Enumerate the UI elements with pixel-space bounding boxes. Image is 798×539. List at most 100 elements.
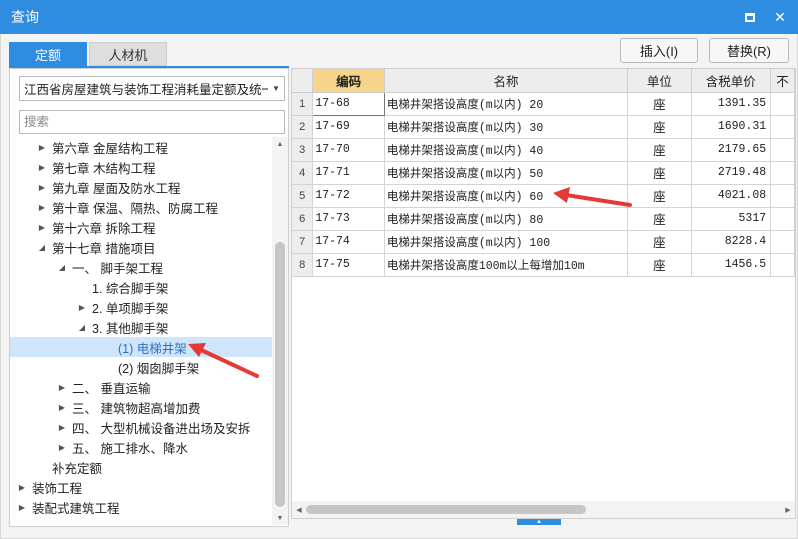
tree-item[interactable]: ▶ 二、 垂直运输 [10, 377, 272, 397]
row-number[interactable]: 8 [292, 253, 314, 277]
search-input[interactable] [19, 110, 285, 134]
cell-name[interactable]: 电梯井架搭设高度(m以内) 30 [384, 115, 629, 139]
table-row[interactable]: 7 17-74 电梯井架搭设高度(m以内) 100 座 8228.4 [292, 230, 795, 254]
row-number[interactable]: 7 [292, 230, 314, 254]
cell-extra[interactable] [770, 230, 795, 254]
cell-extra[interactable] [770, 253, 795, 277]
tab-quota[interactable]: 定额 [9, 42, 87, 66]
collapsed-arrow-icon[interactable]: ▶ [16, 497, 28, 517]
column-header-name[interactable]: 名称 [384, 69, 629, 93]
tree-item[interactable]: ▶ 第六章 金屋结构工程 [10, 137, 272, 157]
table-row[interactable]: 2 17-69 电梯井架搭设高度(m以内) 30 座 1690.31 [292, 115, 795, 139]
tree-item[interactable]: ◢ 第十七章 措施项目 [10, 237, 272, 257]
cell-price[interactable]: 1690.31 [691, 115, 772, 139]
tree-item[interactable]: ▶ 四、 大型机械设备进出场及安拆 [10, 417, 272, 437]
collapsed-arrow-icon[interactable]: ▶ [36, 177, 48, 197]
close-icon[interactable]: ✕ [768, 5, 792, 29]
cell-price[interactable]: 5317 [691, 207, 772, 231]
cell-code[interactable]: 17-70 [312, 138, 385, 162]
cell-price[interactable]: 2179.65 [691, 138, 772, 162]
cell-extra[interactable] [770, 161, 795, 185]
tab-labor-material-machine[interactable]: 人材机 [89, 42, 167, 66]
cell-extra[interactable] [770, 92, 795, 116]
replace-button[interactable]: 替换(R) [709, 38, 789, 63]
tree-item[interactable]: (2) 烟囱脚手架 [10, 357, 272, 377]
cell-unit[interactable]: 座 [627, 230, 692, 254]
collapsed-arrow-icon[interactable]: ▶ [36, 137, 48, 157]
cell-extra[interactable] [770, 138, 795, 162]
cell-price[interactable]: 1391.35 [691, 92, 772, 116]
tree-item[interactable]: ▶ 第九章 屋面及防水工程 [10, 177, 272, 197]
tree-item[interactable]: 1. 综合脚手架 [10, 277, 272, 297]
column-header-code[interactable]: 编码 [312, 69, 385, 93]
tree-item[interactable]: ▶ 2. 单项脚手架 [10, 297, 272, 317]
cell-name[interactable]: 电梯井架搭设高度(m以内) 50 [384, 161, 629, 185]
cell-extra[interactable] [770, 184, 795, 208]
collapsed-arrow-icon[interactable]: ▶ [56, 397, 68, 417]
cell-price[interactable]: 8228.4 [691, 230, 772, 254]
collapsed-arrow-icon[interactable]: ▶ [36, 197, 48, 217]
tree-item[interactable]: ▶ 第十六章 拆除工程 [10, 217, 272, 237]
cell-code[interactable]: 17-75 [312, 253, 385, 277]
row-number[interactable]: 2 [292, 115, 314, 139]
scroll-right-icon[interactable]: ▶ [781, 501, 795, 518]
cell-extra[interactable] [770, 115, 795, 139]
collapsed-arrow-icon[interactable]: ▶ [16, 477, 28, 497]
collapsed-arrow-icon[interactable]: ▶ [56, 437, 68, 457]
scroll-up-icon[interactable]: ▲ [272, 137, 288, 151]
collapsed-arrow-icon[interactable]: ▶ [36, 157, 48, 177]
tree-item[interactable]: ◢ 一、 脚手架工程 [10, 257, 272, 277]
cell-code[interactable]: 17-73 [312, 207, 385, 231]
collapsed-arrow-icon[interactable]: ▶ [36, 217, 48, 237]
cell-unit[interactable]: 座 [627, 161, 692, 185]
table-row[interactable]: 6 17-73 电梯井架搭设高度(m以内) 80 座 5317 [292, 207, 795, 231]
expanded-arrow-icon[interactable]: ◢ [36, 237, 48, 257]
scrollbar-thumb[interactable] [275, 242, 285, 507]
scrollbar-thumb[interactable] [306, 505, 586, 514]
tree-item[interactable]: ▶ 第十章 保温、隔热、防腐工程 [10, 197, 272, 217]
cell-unit[interactable]: 座 [627, 253, 692, 277]
column-header-price[interactable]: 含税单价 [691, 69, 772, 93]
tree-item[interactable]: ▶ 第七章 木结构工程 [10, 157, 272, 177]
row-number[interactable]: 5 [292, 184, 314, 208]
cell-unit[interactable]: 座 [627, 184, 692, 208]
tree-item[interactable]: ▶ 五、 施工排水、降水 [10, 437, 272, 457]
tree-item[interactable]: ▶ 装饰工程 [10, 477, 272, 497]
cell-name[interactable]: 电梯井架搭设高度(m以内) 100 [384, 230, 629, 254]
cell-price[interactable]: 1456.5 [691, 253, 772, 277]
tree-item[interactable]: ▶ 装配式建筑工程 [10, 497, 272, 517]
collapsed-arrow-icon[interactable]: ▶ [76, 297, 88, 317]
cell-code[interactable]: 17-72 [312, 184, 385, 208]
maximize-icon[interactable] [738, 5, 762, 29]
table-row[interactable]: 1 17-68 电梯井架搭设高度(m以内) 20 座 1391.35 [292, 91, 795, 116]
cell-unit[interactable]: 座 [627, 138, 692, 162]
tree-item[interactable]: 补充定额 [10, 457, 272, 477]
cell-code[interactable]: 17-68 [312, 91, 385, 116]
collapsed-arrow-icon[interactable]: ▶ [56, 417, 68, 437]
column-header-unit[interactable]: 单位 [627, 69, 692, 93]
cell-unit[interactable]: 座 [627, 115, 692, 139]
table-row[interactable]: 8 17-75 电梯井架搭设高度100m以上每增加10m 座 1456.5 [292, 253, 795, 277]
tree-item[interactable]: ▶ 三、 建筑物超高增加费 [10, 397, 272, 417]
table-row[interactable]: 4 17-71 电梯井架搭设高度(m以内) 50 座 2719.48 [292, 161, 795, 185]
library-select[interactable]: 江西省房屋建筑与装饰工程消耗量定额及统一基价表(2017) ▼ [19, 76, 285, 101]
expanded-arrow-icon[interactable]: ◢ [56, 257, 68, 277]
row-number[interactable]: 4 [292, 161, 314, 185]
cell-name[interactable]: 电梯井架搭设高度(m以内) 20 [384, 92, 629, 116]
panel-splitter[interactable]: ▲ [517, 519, 561, 525]
cell-extra[interactable] [770, 207, 795, 231]
cell-code[interactable]: 17-69 [312, 115, 385, 139]
cell-unit[interactable]: 座 [627, 207, 692, 231]
cell-name[interactable]: 电梯井架搭设高度(m以内) 40 [384, 138, 629, 162]
expanded-arrow-icon[interactable]: ◢ [76, 317, 88, 337]
row-number[interactable]: 3 [292, 138, 314, 162]
column-header-extra[interactable]: 不 [770, 69, 795, 93]
cell-name[interactable]: 电梯井架搭设高度(m以内) 80 [384, 207, 629, 231]
cell-code[interactable]: 17-74 [312, 230, 385, 254]
row-number[interactable]: 6 [292, 207, 314, 231]
scroll-left-icon[interactable]: ◀ [292, 501, 306, 518]
insert-button[interactable]: 插入(I) [620, 38, 698, 63]
cell-code[interactable]: 17-71 [312, 161, 385, 185]
row-number[interactable]: 1 [292, 92, 314, 116]
tree-item[interactable]: (1) 电梯井架 [10, 337, 272, 357]
